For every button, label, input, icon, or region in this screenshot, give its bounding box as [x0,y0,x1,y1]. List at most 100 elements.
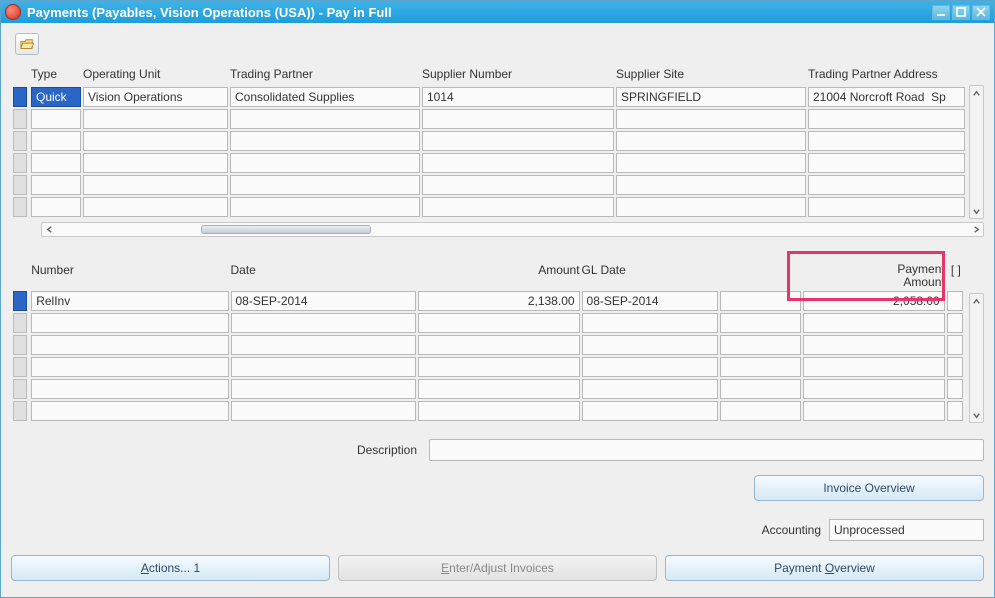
cell[interactable] [418,313,580,333]
cell[interactable] [31,401,228,421]
table-row[interactable] [13,175,965,195]
cell-gl-date[interactable] [582,291,719,311]
col-trading-partner-address[interactable]: Trading Partner Address [808,67,965,85]
horizontal-scrollbar[interactable] [41,222,984,237]
cell[interactable] [31,197,81,217]
col-type[interactable]: Type [31,67,81,85]
scroll-thumb[interactable] [201,225,371,234]
cell[interactable] [83,109,228,129]
cell[interactable] [422,153,614,173]
cell[interactable] [808,175,965,195]
row-selector[interactable] [13,401,27,421]
scroll-left-icon[interactable] [42,223,56,236]
row-selector[interactable] [13,175,27,195]
cell[interactable] [230,153,420,173]
row-selector[interactable] [13,87,27,107]
table-row[interactable] [13,153,965,173]
cell[interactable] [230,175,420,195]
cell-payment-amount[interactable] [803,291,945,311]
cell[interactable] [803,335,945,355]
cell[interactable] [231,357,416,377]
accounting-field[interactable]: Unprocessed [829,519,984,541]
cell[interactable] [947,357,963,377]
cell[interactable] [230,109,420,129]
cell[interactable] [720,357,801,377]
cell-supplier-site[interactable] [616,87,806,107]
cell-date[interactable] [231,291,416,311]
cell[interactable] [616,131,806,151]
cell[interactable] [83,153,228,173]
row-selector[interactable] [13,109,27,129]
row-selector[interactable] [13,335,27,355]
cell[interactable] [947,313,963,333]
cell[interactable] [582,313,719,333]
cell[interactable] [31,175,81,195]
row-selector[interactable] [13,379,27,399]
cell[interactable] [418,357,580,377]
cell[interactable] [582,379,719,399]
table-row[interactable] [13,291,965,311]
cell[interactable] [808,131,965,151]
cell-amount[interactable] [418,291,580,311]
cell[interactable] [720,335,801,355]
cell[interactable] [31,357,228,377]
row-selector[interactable] [13,153,27,173]
col-payment-amount[interactable]: PaymentAmount [803,263,945,289]
row-selector[interactable] [13,313,27,333]
cell[interactable] [803,379,945,399]
table-row[interactable] [13,335,965,355]
cell[interactable] [582,357,719,377]
cell-blank[interactable] [720,291,801,311]
col-trading-partner[interactable]: Trading Partner [230,67,420,85]
cell-trading-partner-address[interactable] [808,87,965,107]
scroll-up-icon[interactable] [970,294,983,308]
col-supplier-site[interactable]: Supplier Site [616,67,806,85]
table-row[interactable] [13,131,965,151]
close-button[interactable] [972,5,990,20]
cell[interactable] [230,197,420,217]
cell[interactable] [418,335,580,355]
table-row[interactable] [13,401,965,421]
cell-number[interactable] [31,291,228,311]
cell[interactable] [947,335,963,355]
row-selector[interactable] [13,357,27,377]
cell[interactable] [803,313,945,333]
table-row[interactable] [13,197,965,217]
cell[interactable] [31,109,81,129]
scroll-right-icon[interactable] [969,223,983,236]
cell[interactable] [422,175,614,195]
cell[interactable] [230,131,420,151]
actions-button[interactable]: Actions... 1 [11,555,330,581]
cell-operating-unit[interactable] [83,87,228,107]
cell[interactable] [422,131,614,151]
cell[interactable] [947,401,963,421]
row-selector[interactable] [13,197,27,217]
col-flag[interactable]: [ ] [947,263,965,289]
cell[interactable] [83,131,228,151]
table-row[interactable] [13,313,965,333]
payment-overview-button[interactable]: Payment Overview [665,555,984,581]
col-gl-date[interactable]: GL Date [582,263,719,289]
description-field[interactable] [429,439,984,461]
cell[interactable] [616,197,806,217]
maximize-button[interactable] [952,5,970,20]
cell-flag[interactable] [947,291,963,311]
table-row[interactable] [13,87,965,107]
cell-type[interactable] [31,87,81,107]
table-row[interactable] [13,109,965,129]
cell[interactable] [231,335,416,355]
vertical-scrollbar[interactable] [969,85,984,219]
cell[interactable] [231,401,416,421]
row-selector[interactable] [13,131,27,151]
cell[interactable] [31,131,81,151]
enter-adjust-invoices-button[interactable]: Enter/Adjust Invoices [338,555,657,581]
col-date[interactable]: Date [231,263,416,289]
cell[interactable] [808,109,965,129]
cell[interactable] [616,109,806,129]
cell[interactable] [31,153,81,173]
scroll-down-icon[interactable] [970,408,983,422]
open-button[interactable] [15,33,39,55]
cell[interactable] [808,153,965,173]
cell[interactable] [231,313,416,333]
table-row[interactable] [13,379,965,399]
